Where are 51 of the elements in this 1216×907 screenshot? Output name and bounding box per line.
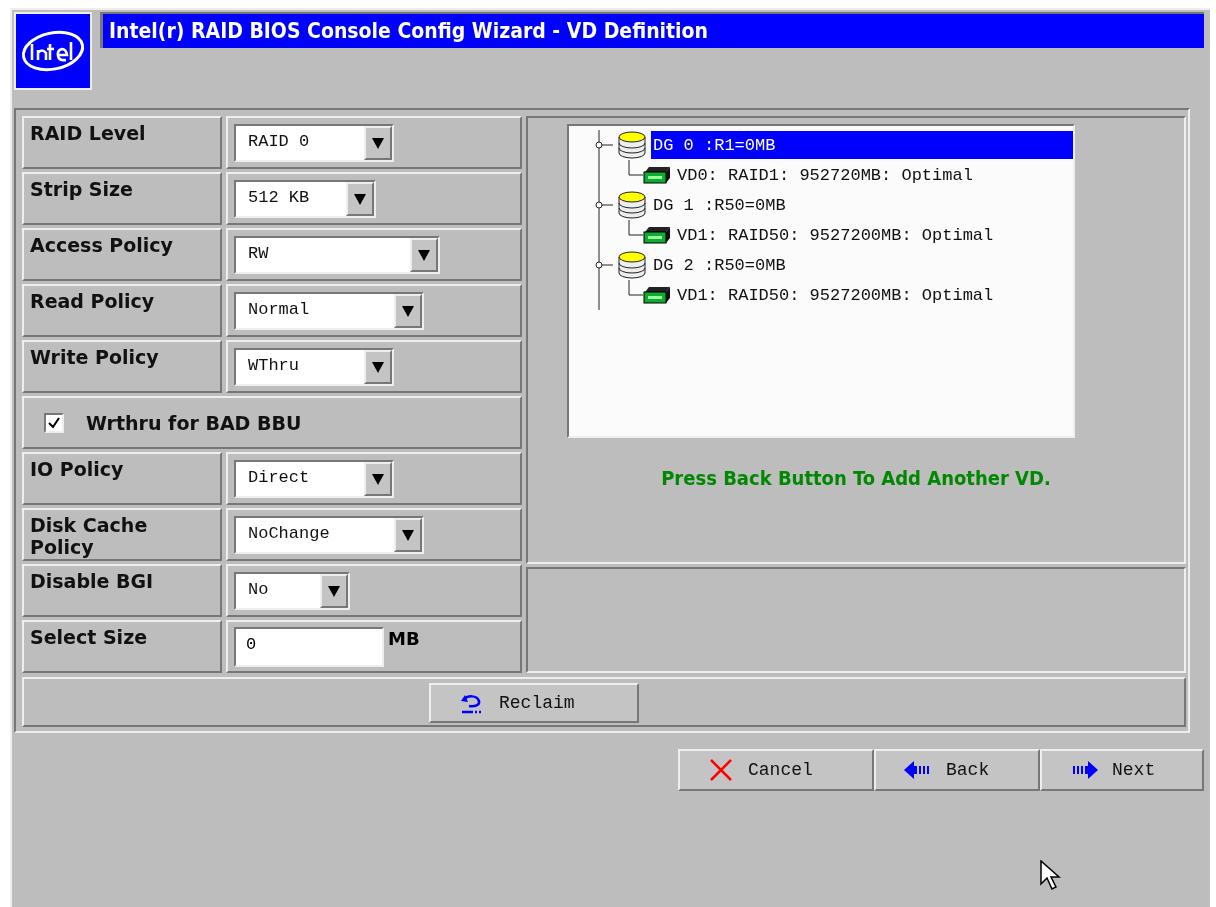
caret-icon (402, 303, 414, 318)
hint-text: Press Back Button To Add Another VD. (661, 466, 1051, 490)
drive-icon (643, 286, 671, 304)
dropdown[interactable]: RW (234, 235, 440, 274)
caret-icon (418, 247, 430, 262)
caret-icon (372, 471, 384, 486)
tree-item[interactable]: DG 2 :R50=0MB (651, 251, 788, 279)
setting-label: IO Policy (29, 457, 125, 482)
caret-icon (372, 359, 384, 374)
setting-label: Select Size (29, 625, 149, 650)
tree-item[interactable]: VD1: RAID50: 9527200MB: Optimal (675, 281, 996, 309)
dropdown[interactable]: WThru (234, 347, 394, 386)
setting-label: Disk Cache Policy (29, 513, 149, 559)
setting-label: Access Policy (29, 233, 174, 258)
setting-label: Strip Size (29, 177, 134, 202)
mouse-cursor-icon (1040, 860, 1062, 892)
cancel-button[interactable]: Cancel (678, 749, 874, 791)
setting-label: Write Policy (29, 345, 160, 370)
setting-label: RAID Level (29, 121, 147, 146)
close-icon (708, 757, 734, 783)
drive-icon (643, 166, 671, 184)
setting-label: Disable BGI (29, 569, 155, 594)
unit-label: MB (388, 628, 420, 649)
tree-item[interactable]: VD1: RAID50: 9527200MB: Optimal (675, 221, 996, 249)
checkbox[interactable] (44, 412, 64, 433)
dropdown[interactable]: Direct (234, 459, 394, 498)
drive-icon (643, 226, 671, 244)
arrow-right-icon (1070, 760, 1098, 780)
back-button[interactable]: Back (874, 749, 1040, 791)
tree-item[interactable]: DG 1 :R50=0MB (651, 191, 788, 219)
dropdown[interactable]: 512 KB (234, 179, 376, 218)
tree-item[interactable]: VD0: RAID1: 952720MB: Optimal (675, 161, 975, 189)
dropdown[interactable]: NoChange (234, 515, 424, 554)
window-title: Intel(r) RAID BIOS Console Config Wizard - VD Definition (100, 12, 1204, 48)
reclaim-button[interactable]: Reclaim (429, 683, 639, 723)
checkbox-label: Wrthru for BAD BBU (85, 410, 303, 436)
disk-stack-icon (617, 191, 647, 219)
caret-icon (328, 583, 340, 598)
size-input-field[interactable]: 0 (234, 626, 384, 667)
dropdown[interactable]: Normal (234, 291, 424, 330)
tree-item[interactable]: DG 0 :R1=0MB (651, 131, 1073, 159)
caret-icon (372, 135, 384, 150)
setting-label: Read Policy (29, 289, 156, 314)
caret-icon (402, 527, 414, 542)
disk-stack-icon (617, 131, 647, 159)
arrow-left-icon (904, 760, 932, 780)
dropdown[interactable]: No (234, 571, 350, 610)
dropdown[interactable]: RAID 0 (234, 123, 394, 162)
next-button[interactable]: Next (1040, 749, 1204, 791)
disk-stack-icon (617, 251, 647, 279)
caret-icon (354, 191, 366, 206)
